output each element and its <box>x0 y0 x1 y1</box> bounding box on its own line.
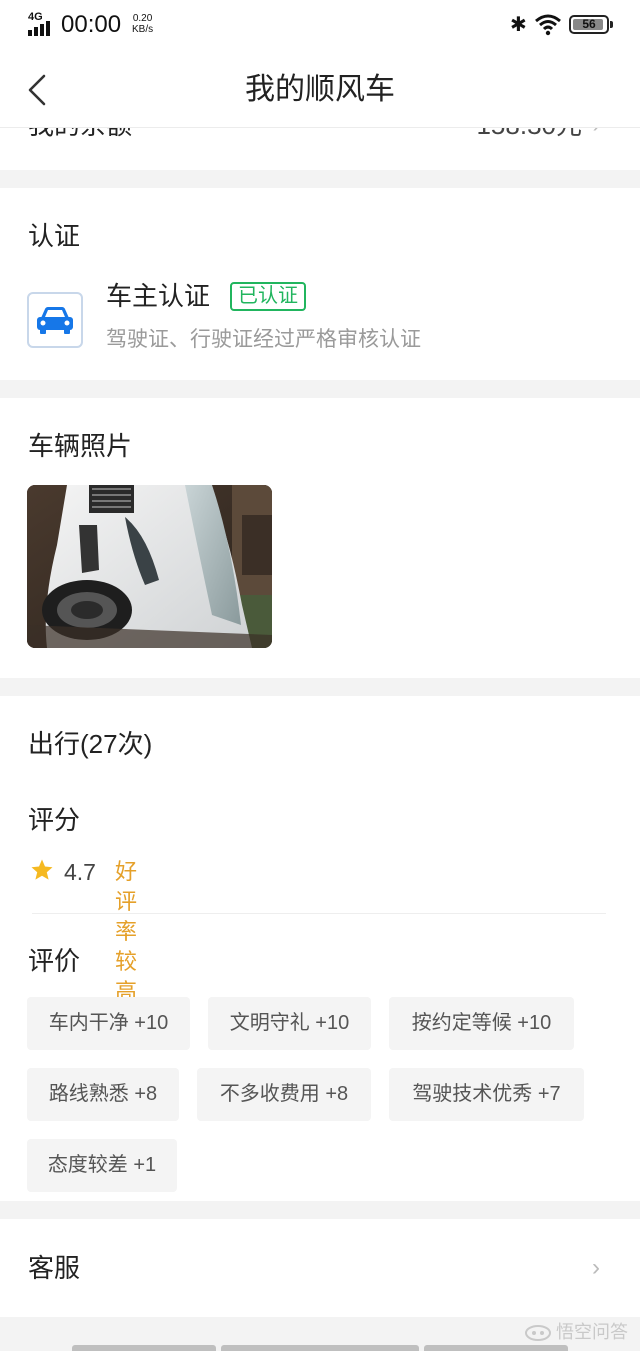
trips-title: 出行(27次) <box>28 729 153 759</box>
review-tag: 路线熟悉 +8 <box>27 1068 179 1121</box>
chevron-right-icon: › <box>592 1254 600 1281</box>
review-tag: 驾驶技术优秀 +7 <box>389 1068 584 1121</box>
certification-title: 认证 <box>28 221 81 251</box>
review-tag: 不多收费用 +8 <box>197 1068 371 1121</box>
bottom-tab-indicator <box>221 1345 419 1351</box>
divider <box>32 913 606 914</box>
page-title: 我的顺风车 <box>245 73 395 106</box>
review-tag: 车内干净 +10 <box>27 997 190 1050</box>
rating-score: 4.7 <box>64 859 96 885</box>
section-divider <box>0 678 640 696</box>
certification-name: 车主认证 <box>106 281 211 311</box>
wifi-icon <box>535 14 561 36</box>
section-divider <box>0 380 640 398</box>
watermark: 悟空问答 <box>524 1320 628 1344</box>
trips-section <box>0 696 640 1201</box>
vehicle-title: 车辆照片 <box>28 431 133 461</box>
bottom-tab-indicator <box>424 1345 568 1351</box>
certification-desc: 驾驶证、行驶证经过严格审核认证 <box>106 328 421 351</box>
network-speed: 0.20 KB/s <box>132 13 153 35</box>
signal-icon: 4G <box>28 12 54 36</box>
reviews-title: 评价 <box>28 946 81 976</box>
battery-level: 56 <box>582 17 596 31</box>
verified-badge: 已认证 <box>230 282 306 311</box>
bluetooth-icon: ✱ <box>510 14 527 36</box>
star-icon <box>31 859 53 880</box>
clock: 00:00 <box>61 11 122 38</box>
section-divider <box>0 170 640 188</box>
bottom-tab-indicator <box>72 1345 216 1351</box>
nav-bar: 我的顺风车 <box>0 52 640 128</box>
review-tag: 按约定等候 +10 <box>389 997 574 1050</box>
rating-desc: 好评率较高 <box>115 859 138 1004</box>
review-tag: 态度较差 +1 <box>27 1139 177 1192</box>
battery-icon: 56 <box>569 15 613 34</box>
car-photo[interactable] <box>27 485 272 648</box>
section-divider <box>0 1201 640 1219</box>
watermark-logo-icon <box>525 1325 551 1342</box>
customer-service-row[interactable]: 客服 › <box>0 1219 640 1317</box>
car-icon <box>27 292 83 348</box>
customer-service-label: 客服 <box>28 1253 81 1283</box>
speed-value: 0.20 <box>132 13 153 24</box>
speed-unit: KB/s <box>132 24 154 35</box>
status-bar: 4G 00:00 0.20 KB/s ✱ 56 <box>0 0 640 52</box>
watermark-text: 悟空问答 <box>556 1322 628 1342</box>
network-type: 4G <box>28 11 43 23</box>
rating-title: 评分 <box>28 805 81 835</box>
review-tag: 文明守礼 +10 <box>208 997 371 1050</box>
